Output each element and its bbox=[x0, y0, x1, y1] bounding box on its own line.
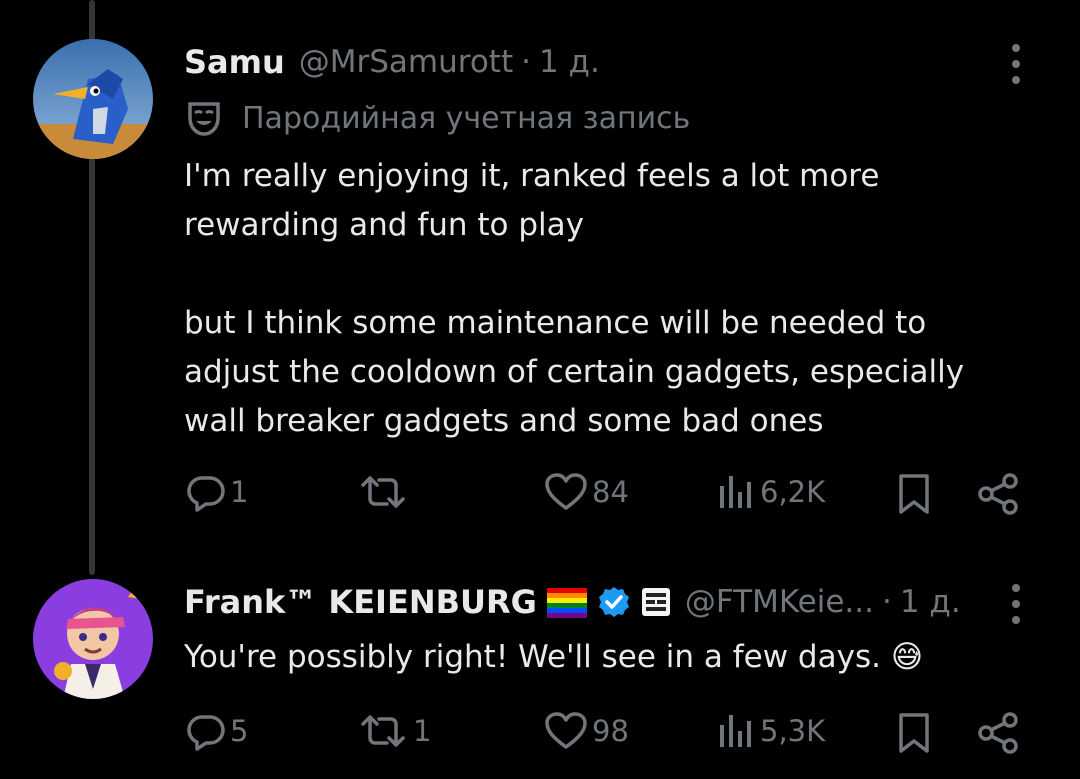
like-count: 98 bbox=[592, 714, 629, 748]
repost-button[interactable]: 1 bbox=[357, 711, 431, 751]
views-icon bbox=[720, 715, 751, 747]
tweet-header: Frank™ KEIENBURG @FTMKeie... · 1 д. bbox=[184, 580, 961, 624]
tweet-text-line: rewarding and fun to play bbox=[184, 207, 585, 243]
reply-button[interactable]: 1 bbox=[186, 472, 248, 512]
more-dot bbox=[1012, 600, 1020, 608]
views-count: 5,3K bbox=[760, 714, 826, 748]
separator-dot: · bbox=[881, 584, 892, 620]
reply-text: You're possibly right! We'll see in a fe… bbox=[184, 639, 881, 675]
tweet-text-line: I'm really enjoying it, ranked feels a l… bbox=[184, 158, 880, 194]
avatar-frank[interactable] bbox=[33, 579, 153, 699]
views-button[interactable]: 5,3K bbox=[716, 711, 825, 751]
bookmark-icon bbox=[899, 474, 929, 514]
separator-dot: · bbox=[521, 44, 531, 80]
more-options-button[interactable] bbox=[1005, 44, 1027, 84]
username-handle[interactable]: @FTMKeie... bbox=[685, 584, 874, 620]
tweet-text-line: but I think some maintenance will be nee… bbox=[184, 305, 927, 341]
more-dot bbox=[1012, 616, 1020, 624]
more-dot bbox=[1012, 60, 1020, 68]
tweet-text: You're possibly right! We'll see in a fe… bbox=[184, 633, 1044, 682]
share-icon bbox=[978, 712, 1018, 754]
grinning-sweat-emoji: 😅 bbox=[890, 639, 924, 675]
username-handle[interactable]: @MrSamurott bbox=[299, 44, 513, 80]
more-options-button[interactable] bbox=[1005, 584, 1027, 624]
heart-icon bbox=[545, 712, 587, 749]
like-count: 84 bbox=[592, 475, 629, 509]
repost-icon bbox=[361, 476, 405, 508]
display-name[interactable]: Samu bbox=[184, 43, 285, 81]
repost-icon bbox=[361, 715, 405, 747]
rainbow-flag-icon bbox=[546, 588, 587, 618]
more-vertical-icon bbox=[1012, 44, 1020, 52]
views-count: 6,2K bbox=[760, 475, 826, 509]
affiliate-badge-icon[interactable] bbox=[641, 587, 671, 617]
display-name[interactable]: Frank™ KEIENBURG bbox=[184, 583, 537, 621]
reply-count: 1 bbox=[230, 475, 249, 509]
action-bar: 5 1 98 5,3K bbox=[0, 711, 1080, 761]
like-button[interactable]: 84 bbox=[544, 472, 629, 512]
parody-label-text: Пародийная учетная запись bbox=[242, 100, 691, 136]
tweet-text-line: You're possibly right! We'll see in a fe… bbox=[184, 633, 1044, 682]
tweet-text-line: wall breaker gadgets and some bad ones bbox=[184, 403, 824, 439]
theater-mask-icon bbox=[188, 102, 220, 136]
bookmark-button[interactable] bbox=[894, 711, 934, 755]
reply-icon bbox=[187, 715, 225, 751]
share-icon bbox=[978, 473, 1018, 515]
more-dot bbox=[1012, 76, 1020, 84]
reply-button[interactable]: 5 bbox=[186, 711, 248, 751]
heart-icon bbox=[545, 473, 587, 510]
timestamp[interactable]: 1 д. bbox=[900, 584, 961, 620]
views-button[interactable]: 6,2K bbox=[716, 472, 825, 512]
tweet-samu[interactable]: Samu @MrSamurott · 1 д. Пародийная учетн… bbox=[0, 0, 1080, 560]
timestamp[interactable]: 1 д. bbox=[539, 44, 600, 80]
reply-icon bbox=[187, 476, 225, 512]
tweet-frank[interactable]: Frank™ KEIENBURG @FTMKeie... · 1 д. You'… bbox=[0, 560, 1080, 779]
action-bar: 1 84 6,2K bbox=[0, 472, 1080, 522]
repost-button[interactable] bbox=[357, 472, 413, 512]
bookmark-button[interactable] bbox=[894, 472, 934, 516]
parody-account-label: Пародийная учетная запись bbox=[184, 98, 690, 138]
more-vertical-icon bbox=[1012, 584, 1020, 592]
avatar-samu[interactable] bbox=[33, 39, 153, 159]
share-button[interactable] bbox=[976, 472, 1020, 516]
tweet-text-line: adjust the cooldown of certain gadgets, … bbox=[184, 354, 965, 390]
bookmark-icon bbox=[899, 713, 929, 753]
reply-count: 5 bbox=[230, 714, 249, 748]
tweet-header: Samu @MrSamurott · 1 д. bbox=[184, 40, 600, 84]
like-button[interactable]: 98 bbox=[544, 711, 629, 751]
views-icon bbox=[720, 476, 751, 508]
share-button[interactable] bbox=[976, 711, 1020, 755]
tweet-text: I'm really enjoying it, ranked feels a l… bbox=[184, 152, 1044, 446]
repost-count: 1 bbox=[413, 714, 432, 748]
verified-badge-icon[interactable] bbox=[597, 585, 631, 619]
